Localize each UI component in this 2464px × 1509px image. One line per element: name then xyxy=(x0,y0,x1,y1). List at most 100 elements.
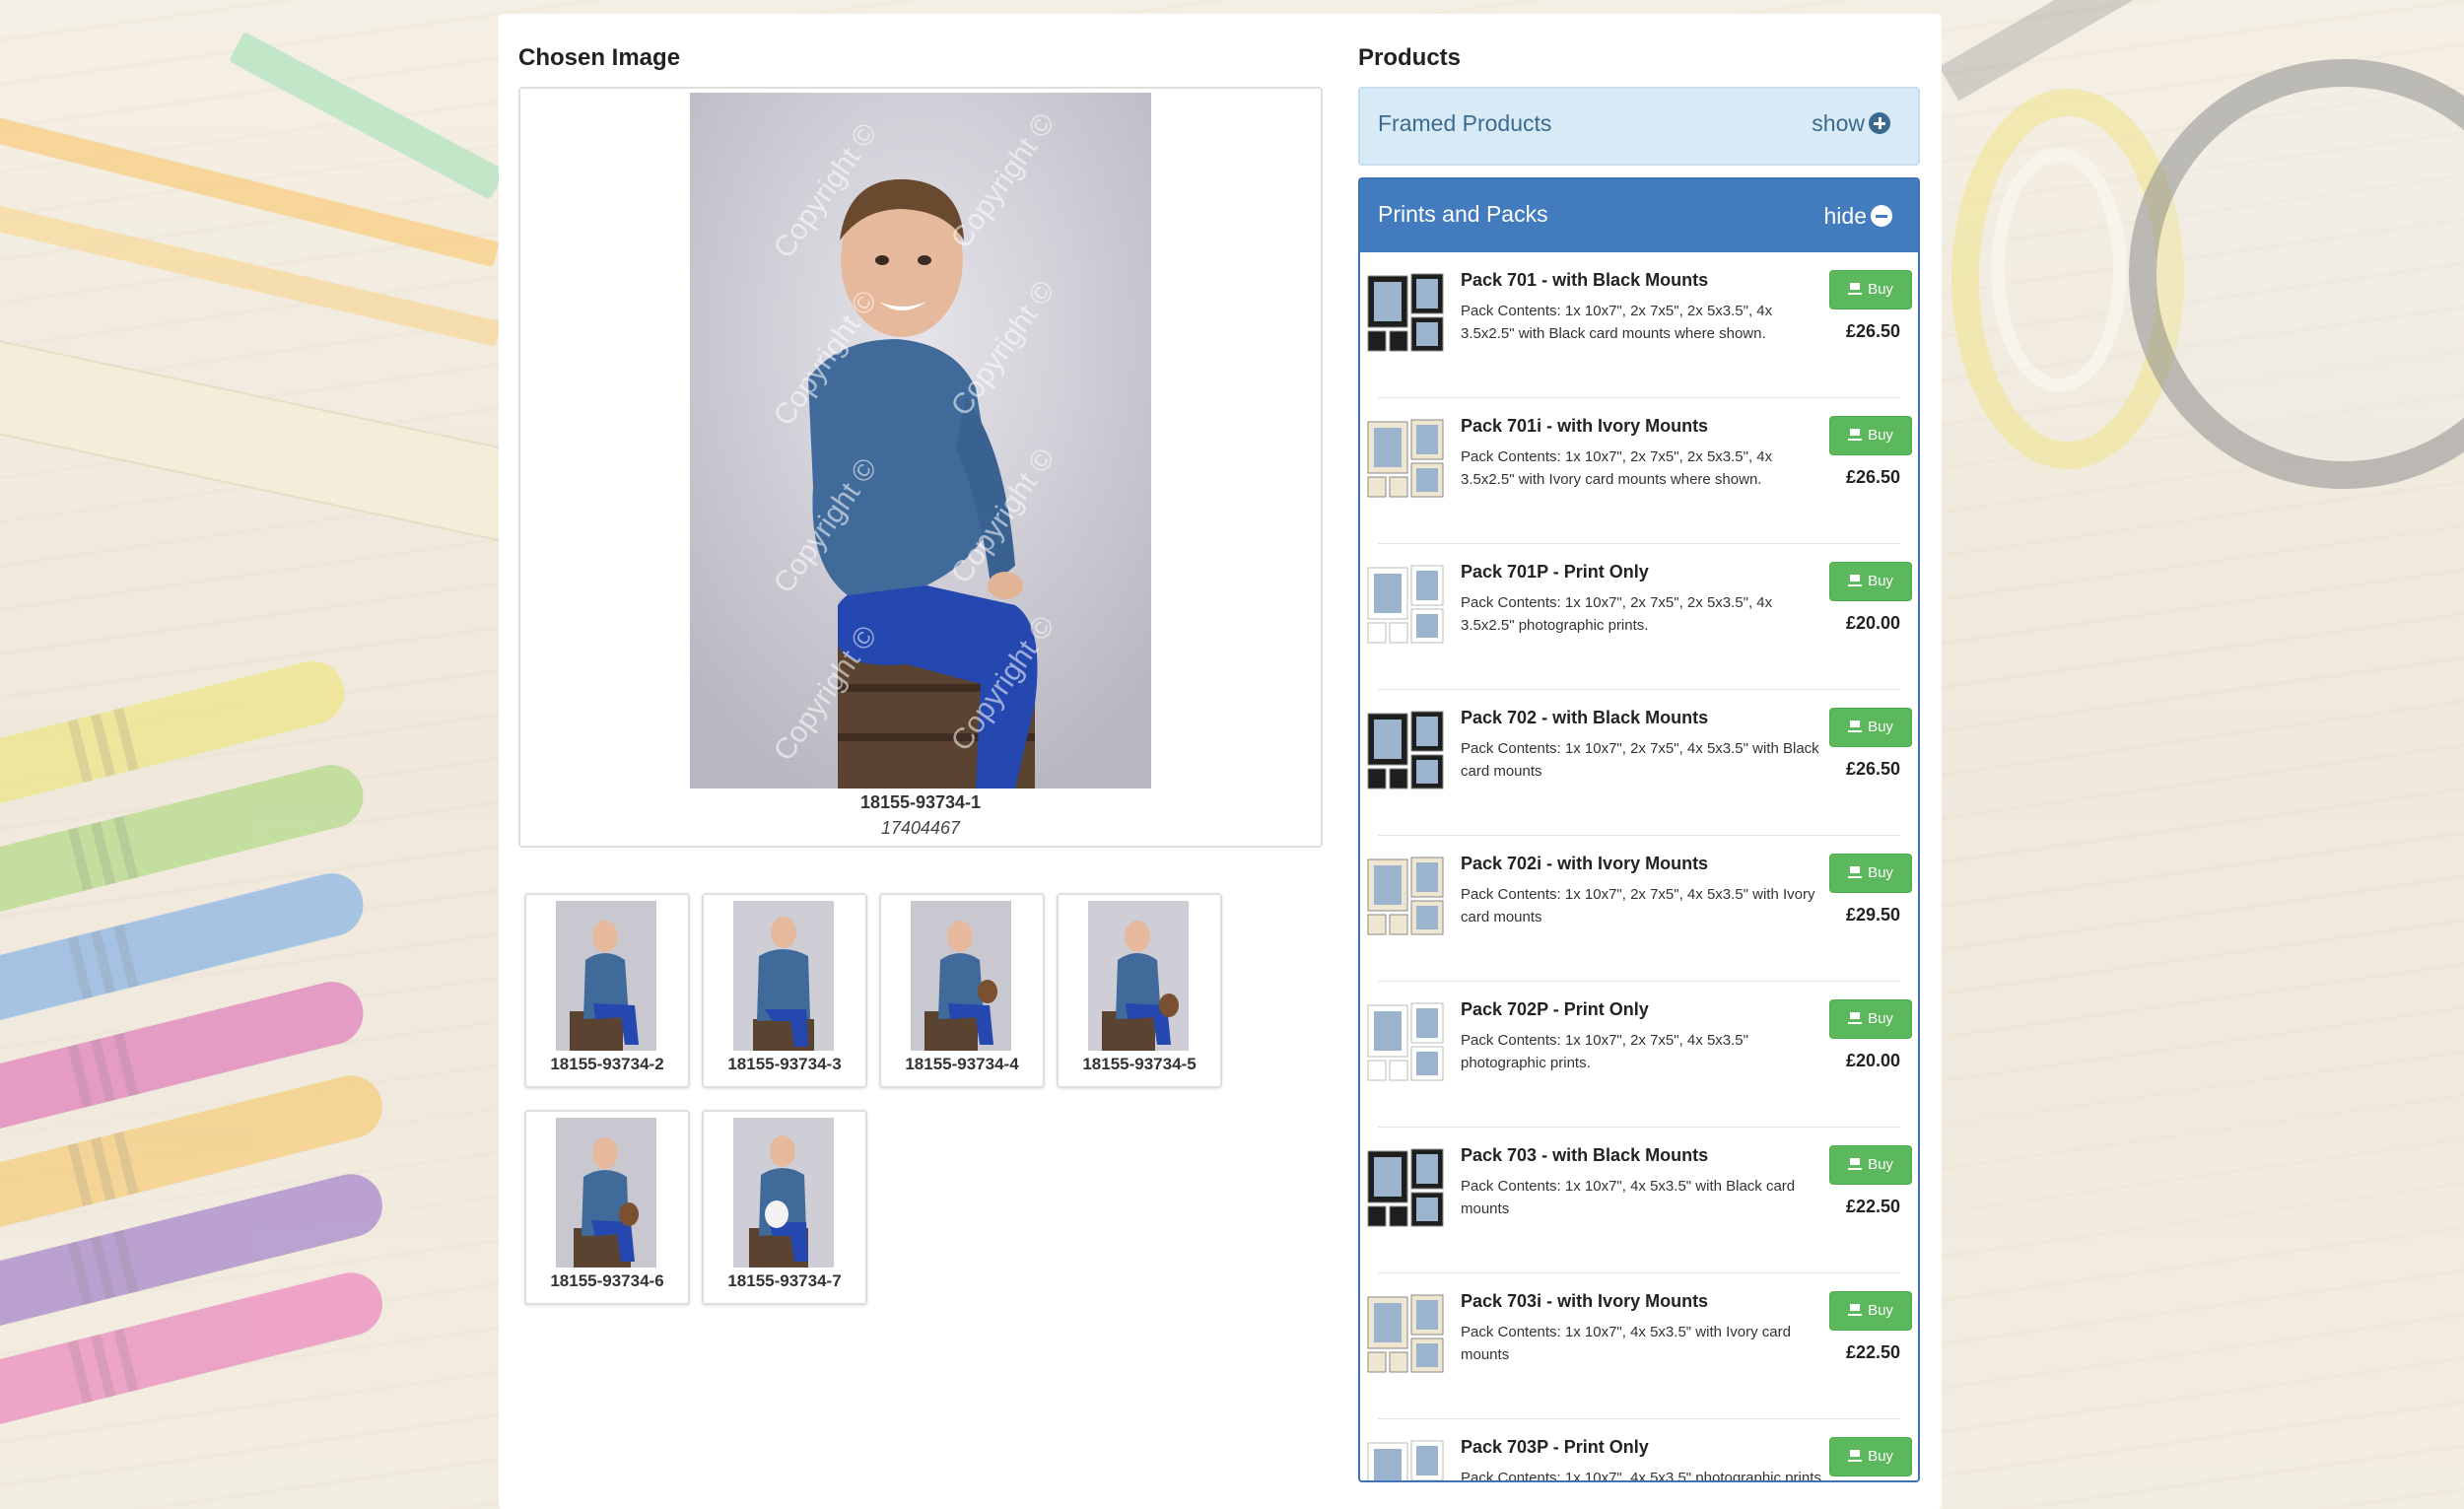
product-description: Pack Contents: 1x 10x7", 2x 7x5", 2x 5x3… xyxy=(1461,448,1773,488)
product-description: Pack Contents: 1x 10x7", 2x 7x5", 2x 5x3… xyxy=(1461,594,1773,634)
shopping-cart-icon xyxy=(1848,1158,1863,1170)
buy-button[interactable]: Buy xyxy=(1829,270,1912,309)
buy-button[interactable]: Buy xyxy=(1829,1291,1912,1331)
pack-preview-image xyxy=(1367,1148,1444,1227)
buy-label: Buy xyxy=(1868,1010,1893,1027)
thumbnail-card[interactable]: 18155-93734-5 xyxy=(1057,893,1222,1088)
thumbnail-photo[interactable] xyxy=(911,901,1011,1051)
product-name: Pack 701 - with Black Mounts xyxy=(1461,270,1709,290)
framed-products-title: Framed Products xyxy=(1378,110,1552,136)
prints-and-packs-panel: Prints and Packs hide Pack 701 - with Bl… xyxy=(1358,177,1920,1482)
product-name: Pack 702 - with Black Mounts xyxy=(1461,708,1709,727)
shopping-cart-icon xyxy=(1848,1450,1863,1462)
framed-products-panel[interactable]: Framed Products show xyxy=(1358,87,1920,166)
product-description: Pack Contents: 1x 10x7", 2x 7x5", 2x 5x3… xyxy=(1461,303,1773,342)
product-name: Pack 701P - Print Only xyxy=(1461,562,1649,582)
prints-and-packs-title: Prints and Packs xyxy=(1378,201,1548,227)
thumbnail-card[interactable]: 18155-93734-4 xyxy=(879,893,1045,1088)
product-price: £26.50 xyxy=(1845,759,1900,779)
product-description: Pack Contents: 1x 10x7", 2x 7x5", 4x 5x3… xyxy=(1461,886,1815,926)
plus-circle-icon xyxy=(1869,112,1890,134)
thumbnail-photo[interactable] xyxy=(733,901,834,1051)
product-price: £26.50 xyxy=(1845,321,1900,341)
thumbnail-label: 18155-93734-6 xyxy=(550,1271,664,1290)
product-description: Pack Contents: 1x 10x7", 4x 5x3.5" with … xyxy=(1461,1178,1796,1217)
product-price: £26.50 xyxy=(1845,467,1900,487)
product-name: Pack 703P - Print Only xyxy=(1461,1437,1649,1457)
product-name: Pack 701i - with Ivory Mounts xyxy=(1461,416,1709,436)
product-name: Pack 703i - with Ivory Mounts xyxy=(1461,1291,1709,1311)
product-name: Pack 702P - Print Only xyxy=(1461,999,1649,1019)
buy-button[interactable]: Buy xyxy=(1829,999,1912,1039)
shopping-cart-icon xyxy=(1848,720,1863,732)
thumbnail-photo[interactable] xyxy=(733,1118,834,1268)
product-price: £20.00 xyxy=(1845,1051,1900,1070)
buy-label: Buy xyxy=(1868,1302,1893,1319)
pack-preview-image xyxy=(1367,419,1444,498)
chosen-photo[interactable]: Copyright © Copyright © Copyright © Copy… xyxy=(690,93,1151,789)
product-row: Pack 703i - with Ivory Mounts Pack Conten… xyxy=(1360,1273,1918,1419)
thumbnail-card[interactable]: 18155-93734-6 xyxy=(524,1110,690,1305)
thumbnail-card[interactable]: 18155-93734-2 xyxy=(524,893,690,1088)
buy-label: Buy xyxy=(1868,719,1893,735)
buy-button[interactable]: Buy xyxy=(1829,416,1912,455)
product-row: Pack 703P - Print Only Pack Contents: 1x … xyxy=(1360,1419,1918,1482)
pack-preview-image xyxy=(1367,1002,1444,1081)
buy-button[interactable]: Buy xyxy=(1829,854,1912,893)
product-row: Pack 702i - with Ivory Mounts Pack Conten… xyxy=(1360,836,1918,982)
thumbnail-card[interactable]: 18155-93734-3 xyxy=(702,893,867,1088)
chosen-image-card: Copyright © Copyright © Copyright © Copy… xyxy=(518,87,1323,848)
prints-and-packs-toggle[interactable]: hide xyxy=(1824,203,1892,230)
buy-label: Buy xyxy=(1868,1448,1893,1465)
pack-preview-image xyxy=(1367,273,1444,352)
buy-button[interactable]: Buy xyxy=(1829,1145,1912,1185)
product-price: £22.50 xyxy=(1845,1342,1900,1362)
product-description: Pack Contents: 1x 10x7", 4x 5x3.5" with … xyxy=(1461,1324,1791,1363)
chosen-image-code: 18155-93734-1 xyxy=(859,792,982,812)
product-row: Pack 703 - with Black Mounts Pack Content… xyxy=(1360,1128,1918,1273)
products-heading: Products xyxy=(1358,44,1462,71)
product-description: Pack Contents: 1x 10x7", 2x 7x5", 4x 5x3… xyxy=(1461,740,1819,780)
thumbnail-label: 18155-93734-3 xyxy=(727,1055,842,1073)
product-row: Pack 701i - with Ivory Mounts Pack Conten… xyxy=(1360,398,1918,544)
buy-button[interactable]: Buy xyxy=(1829,1437,1912,1476)
buy-button[interactable]: Buy xyxy=(1829,708,1912,747)
pack-preview-image xyxy=(1367,1440,1444,1480)
hide-label: hide xyxy=(1823,203,1867,229)
main-content: Chosen Image Copyright © Copyright © Cop… xyxy=(499,14,1942,1509)
thumbnail-label: 18155-93734-4 xyxy=(905,1055,1019,1073)
product-name: Pack 703 - with Black Mounts xyxy=(1461,1145,1709,1165)
product-row: Pack 701 - with Black Mounts Pack Content… xyxy=(1360,252,1918,398)
chosen-image-heading: Chosen Image xyxy=(518,44,681,71)
shopping-cart-icon xyxy=(1848,429,1863,441)
buy-label: Buy xyxy=(1868,1156,1893,1173)
shopping-cart-icon xyxy=(1848,866,1863,878)
chosen-image-id: 17404467 xyxy=(880,818,961,838)
product-description: Pack Contents: 1x 10x7", 4x 5x3.5" photo… xyxy=(1461,1470,1826,1482)
show-label: show xyxy=(1812,110,1865,136)
shopping-cart-icon xyxy=(1848,575,1863,586)
product-row: Pack 702P - Print Only Pack Contents: 1x … xyxy=(1360,982,1918,1128)
product-name: Pack 702i - with Ivory Mounts xyxy=(1461,854,1709,873)
chosen-image-section: Chosen Image Copyright © Copyright © Cop… xyxy=(518,43,1323,1305)
framed-products-toggle[interactable]: show xyxy=(1812,110,1890,137)
thumbnail-card[interactable]: 18155-93734-7 xyxy=(702,1110,867,1305)
buy-label: Buy xyxy=(1868,427,1893,444)
thumbnail-photo[interactable] xyxy=(556,901,656,1051)
buy-label: Buy xyxy=(1868,864,1893,881)
buy-button[interactable]: Buy xyxy=(1829,562,1912,601)
product-price: £22.50 xyxy=(1845,1197,1900,1216)
products-section: Products Framed Products show Prints and… xyxy=(1358,43,1920,1482)
pack-preview-image xyxy=(1367,1294,1444,1373)
shopping-cart-icon xyxy=(1848,1012,1863,1024)
pack-preview-image xyxy=(1367,565,1444,644)
product-price: £20.00 xyxy=(1845,613,1900,633)
thumbnail-photo[interactable] xyxy=(1088,901,1189,1051)
thumbnail-photo[interactable] xyxy=(556,1118,656,1268)
prints-and-packs-header[interactable]: Prints and Packs hide xyxy=(1360,179,1918,252)
product-description: Pack Contents: 1x 10x7", 2x 7x5", 4x 5x3… xyxy=(1461,1032,1748,1071)
shopping-cart-icon xyxy=(1848,283,1863,295)
shopping-cart-icon xyxy=(1848,1304,1863,1316)
product-price: £29.50 xyxy=(1845,905,1900,925)
thumbnail-label: 18155-93734-7 xyxy=(727,1271,842,1290)
